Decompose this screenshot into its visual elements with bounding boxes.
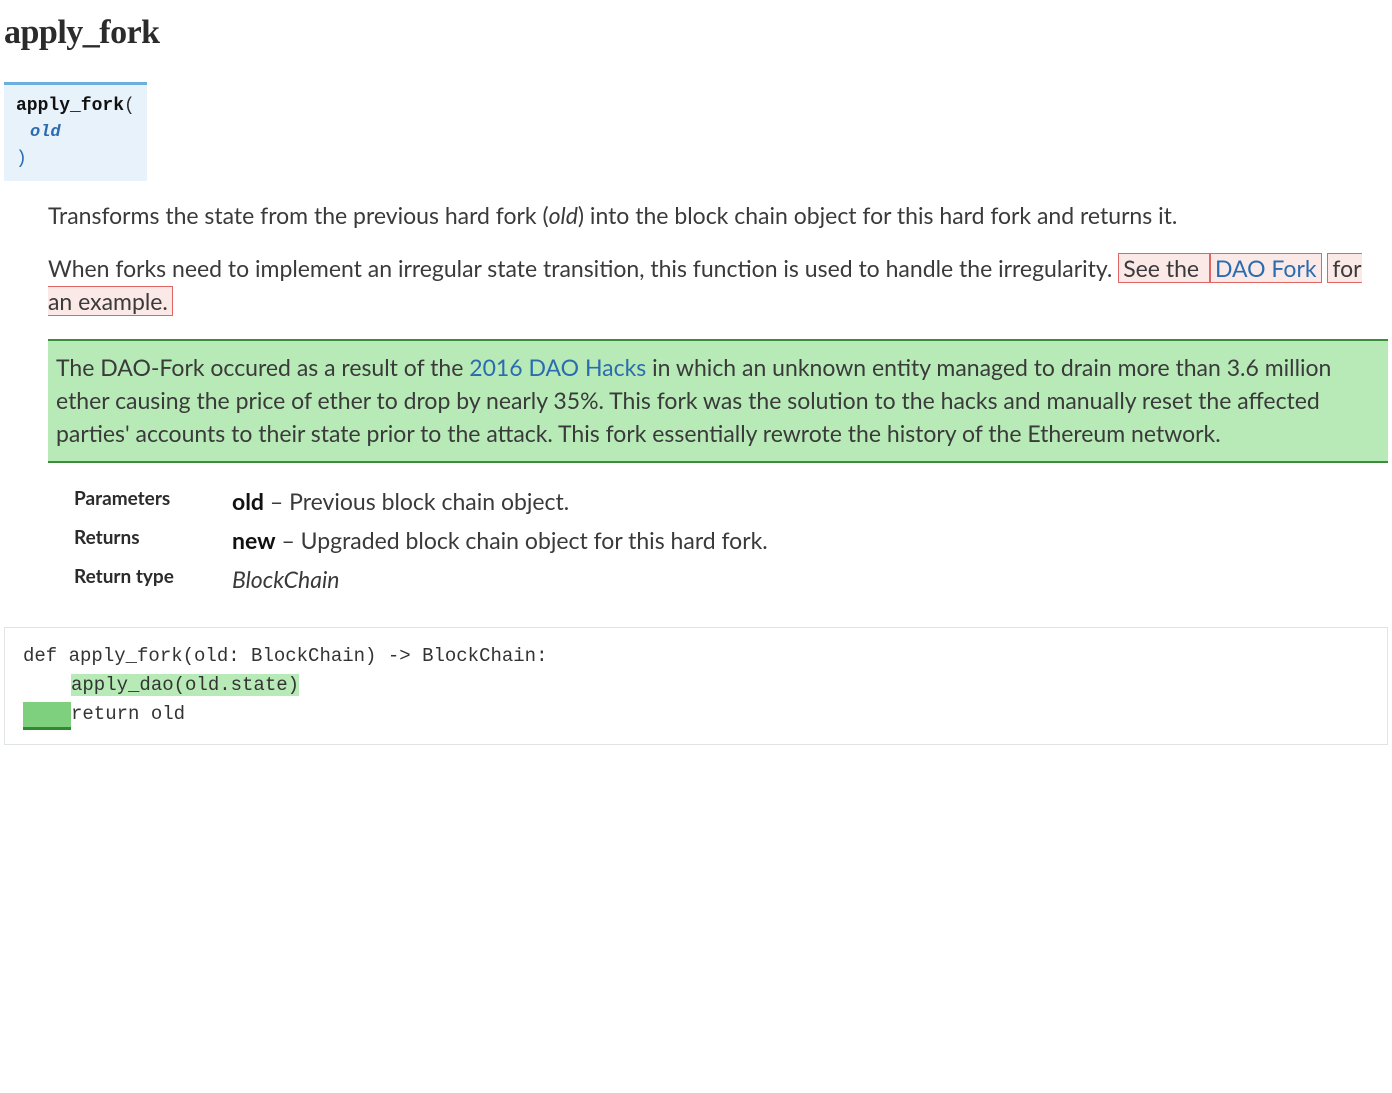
signature-param-old: old (16, 120, 135, 146)
removed-text-1: See the (1118, 253, 1210, 283)
code-line-1: def apply_fork(old: BlockChain) -> Block… (23, 642, 1369, 671)
para1-part-b: ) into the block chain object for this h… (578, 201, 1177, 229)
description-paragraph-2: When forks need to implement an irregula… (48, 252, 1388, 319)
return-name-new: new (232, 526, 276, 554)
code-line-2: apply_dao(old.state) (23, 671, 1369, 700)
field-row-parameters: Parameters old – Previous block chain ob… (74, 485, 1388, 518)
field-label-parameters: Parameters (74, 485, 232, 513)
dao-hacks-link[interactable]: 2016 DAO Hacks (469, 353, 646, 381)
field-value-return-type: BlockChain (232, 563, 339, 596)
param-name-old: old (232, 487, 264, 515)
field-label-return-type: Return type (74, 563, 232, 591)
param-desc-old: – Previous block chain object. (264, 487, 569, 515)
page-title: apply_fork (4, 14, 1388, 52)
add-text-a: The DAO-Fork occured as a result of the (56, 353, 469, 381)
added-code-line: apply_dao(old.state) (71, 674, 299, 696)
return-desc: – Upgraded block chain object for this h… (276, 526, 768, 554)
paren-open: ( (124, 96, 135, 116)
paren-close: ) (16, 146, 135, 173)
added-paragraph: The DAO-Fork occured as a result of the … (48, 339, 1388, 463)
field-list: Parameters old – Previous block chain ob… (74, 485, 1388, 597)
description-paragraph-1: Transforms the state from the previous h… (48, 199, 1388, 232)
dao-fork-link[interactable]: DAO Fork (1215, 254, 1317, 282)
term-old: old (549, 201, 578, 229)
function-signature: apply_fork( old ) (4, 82, 1388, 181)
field-value-returns: new – Upgraded block chain object for th… (232, 524, 768, 557)
source-code-block: def apply_fork(old: BlockChain) -> Block… (4, 627, 1388, 745)
field-row-return-type: Return type BlockChain (74, 563, 1388, 596)
para1-part-a: Transforms the state from the previous h… (48, 201, 549, 229)
code-line-3-text: return old (71, 703, 185, 725)
field-row-returns: Returns new – Upgraded block chain objec… (74, 524, 1388, 557)
field-label-returns: Returns (74, 524, 232, 552)
para2-part-a: When forks need to implement an irregula… (48, 254, 1112, 282)
removed-link-dao-fork: DAO Fork (1210, 253, 1322, 283)
code-line-3: return old (23, 700, 1369, 729)
signature-name: apply_fork (16, 96, 124, 116)
return-type-name: BlockChain (232, 565, 339, 593)
field-value-parameters: old – Previous block chain object. (232, 485, 569, 518)
doc-body: Transforms the state from the previous h… (48, 199, 1388, 597)
added-gutter-mark (23, 702, 71, 730)
